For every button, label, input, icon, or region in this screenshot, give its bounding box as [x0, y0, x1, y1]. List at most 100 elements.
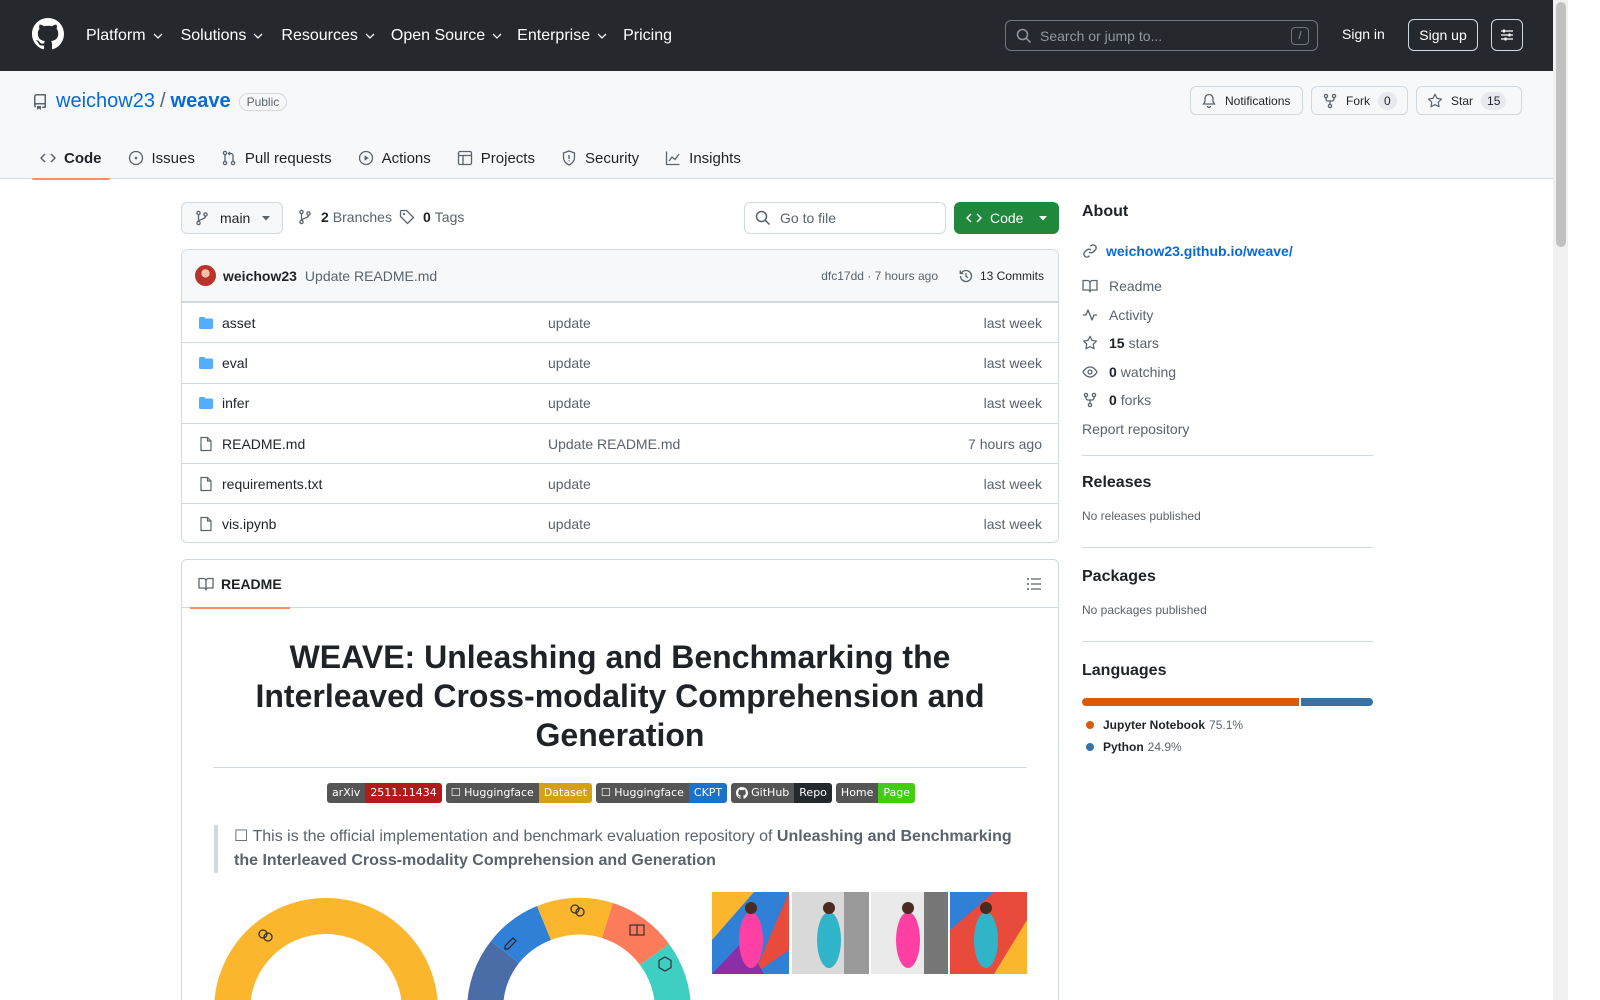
- sign-in-link[interactable]: Sign in: [1342, 26, 1385, 42]
- readme-link[interactable]: Readme: [1082, 278, 1373, 295]
- commit-message-link[interactable]: Update README.md: [305, 268, 437, 284]
- tab-code[interactable]: Code: [32, 137, 110, 180]
- releases-heading[interactable]: Releases: [1082, 474, 1373, 492]
- nav-pricing[interactable]: Pricing: [623, 27, 672, 45]
- file-commit-message[interactable]: update: [548, 315, 591, 331]
- commit-author-link[interactable]: weichow23: [223, 268, 297, 284]
- homepage-badge[interactable]: Home Page: [835, 783, 916, 803]
- file-name-link[interactable]: infer: [222, 395, 249, 411]
- star-button[interactable]: Star 15: [1416, 86, 1522, 115]
- file-name-link[interactable]: asset: [222, 315, 255, 331]
- watchers-link[interactable]: 0 watching: [1082, 364, 1373, 381]
- file-commit-message[interactable]: update: [548, 355, 591, 371]
- nav-label: Resources: [281, 26, 358, 44]
- nav-label: Open Source: [390, 26, 486, 44]
- outline-button[interactable]: [1026, 576, 1042, 592]
- readme-tab[interactable]: README: [190, 560, 290, 609]
- avatar[interactable]: [195, 265, 216, 286]
- file-commit-message[interactable]: update: [548, 395, 591, 411]
- code-dropdown-button[interactable]: Code: [954, 202, 1059, 234]
- file-commit-message[interactable]: update: [548, 476, 591, 492]
- global-nav: Platform Solutions Resources Open Source…: [86, 0, 672, 71]
- tab-projects[interactable]: Projects: [449, 137, 543, 179]
- example-image-strip: [712, 892, 1027, 974]
- go-to-file-input[interactable]: Go to file: [744, 202, 946, 234]
- arxiv-badge[interactable]: arXiv 2511.11434: [326, 783, 442, 803]
- repo-path-separator: /: [159, 90, 166, 112]
- file-name-link[interactable]: eval: [222, 355, 248, 371]
- website-link[interactable]: weichow23.github.io/weave/: [1082, 243, 1373, 259]
- file-commit-time: 7 hours ago: [968, 435, 1042, 452]
- huggingface-ckpt-badge[interactable]: ☐ Huggingface CKPT: [595, 783, 728, 803]
- menu-toggle-button[interactable]: [1491, 19, 1523, 51]
- website-url: weichow23.github.io/weave/: [1106, 243, 1293, 259]
- watching-count: 0: [1109, 363, 1117, 380]
- book-icon: [1082, 280, 1098, 293]
- huggingface-dataset-badge[interactable]: ☐ Huggingface Dataset: [445, 783, 592, 803]
- global-search-input[interactable]: Search or jump to... /: [1005, 20, 1318, 51]
- readme-tab-label: README: [221, 576, 282, 592]
- readme-figure-graphics: [214, 892, 1027, 1000]
- caret-down-icon: [1039, 216, 1048, 221]
- commits-link[interactable]: 13 Commits: [958, 268, 1044, 284]
- code-icon: [966, 213, 982, 223]
- readme-intro-quote: ☐ This is the official implementation an…: [214, 825, 1028, 873]
- file-name-link[interactable]: requirements.txt: [222, 476, 322, 492]
- nav-open-source[interactable]: Open Source: [391, 27, 503, 45]
- branches-label: Branches: [332, 209, 392, 225]
- activity-link[interactable]: Activity: [1082, 307, 1373, 324]
- notifications-button[interactable]: Notifications: [1190, 86, 1303, 115]
- repo-title: weichow23 / weave Public: [32, 90, 288, 113]
- tab-security[interactable]: Security: [553, 137, 647, 179]
- file-icon: [200, 517, 212, 532]
- github-repo-badge[interactable]: GitHub Repo: [731, 783, 832, 803]
- chevron-down-icon: [597, 33, 607, 39]
- file-row-readme[interactable]: README.md Update README.md 7 hours ago: [182, 422, 1058, 463]
- language-python[interactable]: Python 24.9%: [1082, 740, 1373, 754]
- nav-enterprise[interactable]: Enterprise: [517, 27, 608, 45]
- nav-platform[interactable]: Platform: [86, 27, 164, 45]
- fork-button[interactable]: Fork 0: [1311, 86, 1408, 115]
- file-commit-time: last week: [983, 475, 1042, 492]
- branches-link[interactable]: 2 Branches: [297, 209, 392, 225]
- language-jupyter-notebook[interactable]: Jupyter Notebook 75.1%: [1082, 718, 1373, 732]
- repo-owner-link[interactable]: weichow23: [56, 90, 155, 113]
- book-icon: [198, 577, 214, 591]
- scrollbar-thumb[interactable]: [1556, 2, 1566, 247]
- forks-link[interactable]: 0 forks: [1082, 392, 1373, 409]
- file-row-asset[interactable]: asset update last week: [182, 302, 1058, 342]
- sign-up-button[interactable]: Sign up: [1408, 19, 1478, 51]
- file-row-vis[interactable]: vis.ipynb update last week: [182, 503, 1058, 542]
- branch-select-button[interactable]: main: [181, 202, 283, 234]
- badge-label: GitHub: [751, 786, 790, 799]
- stars-link[interactable]: 15 stars: [1082, 335, 1373, 352]
- quote-text: ☐ This is the official implementation an…: [234, 828, 777, 845]
- nav-solutions[interactable]: Solutions: [181, 27, 265, 45]
- badge-value: Dataset: [538, 783, 592, 803]
- nav-resources[interactable]: Resources: [281, 27, 375, 45]
- file-name-link[interactable]: vis.ipynb: [222, 516, 276, 532]
- file-row-infer[interactable]: infer update last week: [182, 382, 1058, 423]
- tab-issues[interactable]: Issues: [120, 137, 203, 179]
- packages-heading[interactable]: Packages: [1082, 568, 1373, 586]
- forks-count: 0: [1109, 392, 1117, 409]
- commit-hash-time[interactable]: dfc17dd · 7 hours ago: [821, 269, 938, 283]
- file-name-link[interactable]: README.md: [222, 436, 305, 452]
- tab-label: Code: [64, 149, 102, 167]
- tab-insights[interactable]: Insights: [657, 137, 749, 179]
- language-name: Python: [1103, 740, 1144, 754]
- file-row-requirements[interactable]: requirements.txt update last week: [182, 463, 1058, 503]
- file-row-eval[interactable]: eval update last week: [182, 342, 1058, 382]
- nav-label: Pricing: [623, 26, 672, 44]
- repo-name-link[interactable]: weave: [171, 90, 231, 113]
- star-count: 15: [1481, 91, 1507, 110]
- tab-actions[interactable]: Actions: [350, 137, 439, 179]
- github-logo-icon[interactable]: [32, 18, 64, 50]
- tab-pull-requests[interactable]: Pull requests: [213, 137, 340, 179]
- report-repository-link[interactable]: Report repository: [1082, 421, 1373, 438]
- file-commit-message[interactable]: update: [548, 516, 591, 532]
- file-commit-message[interactable]: Update README.md: [548, 436, 680, 452]
- code-icon: [40, 153, 56, 163]
- tags-link[interactable]: 0 Tags: [399, 209, 464, 225]
- readme-figures: [214, 890, 1028, 1000]
